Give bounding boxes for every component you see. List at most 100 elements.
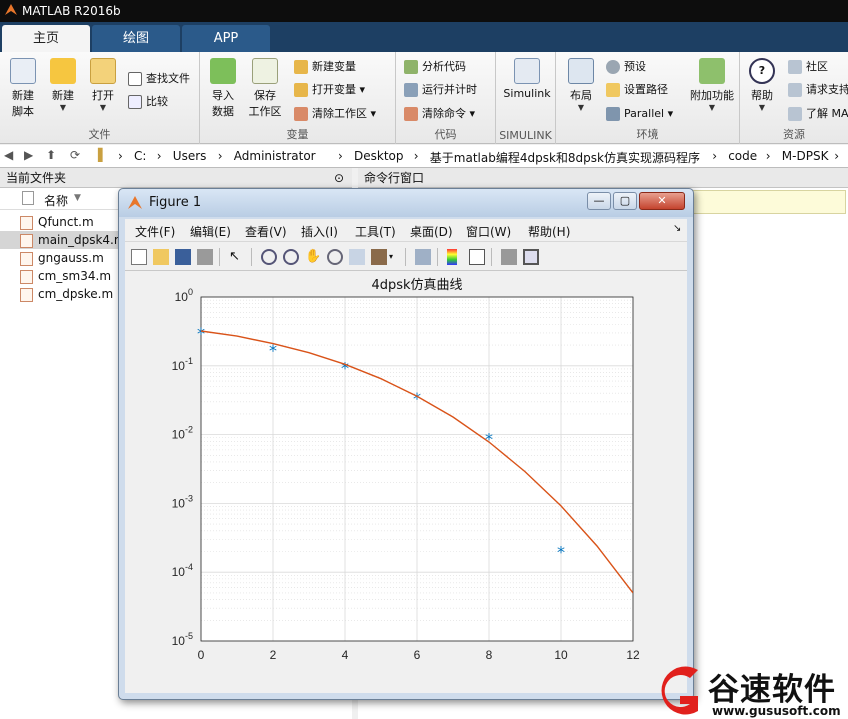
legend-icon[interactable] xyxy=(469,249,485,265)
preferences-button[interactable]: 预设 xyxy=(606,58,646,76)
name-column-header[interactable]: 名称 xyxy=(44,192,68,209)
chevron-down-icon[interactable]: ▾ xyxy=(389,249,397,265)
breadcrumb-item[interactable]: Users xyxy=(173,149,207,163)
brush-icon[interactable] xyxy=(371,249,387,265)
breadcrumb-item[interactable]: code xyxy=(728,149,757,163)
menu-desktop[interactable]: 桌面(D) xyxy=(410,223,453,240)
breadcrumb-item[interactable]: 基于matlab编程4dpsk和8dpsk仿真实现源码程序 xyxy=(430,149,700,166)
breadcrumb-separator[interactable]: › xyxy=(766,149,771,163)
analyze-code-button[interactable]: 分析代码 xyxy=(404,58,466,76)
data-cursor-icon[interactable] xyxy=(349,249,365,265)
open-button[interactable]: 打开 ▼ xyxy=(80,58,126,112)
y-tick-base: 10 xyxy=(172,634,186,648)
maximize-button[interactable]: ▢ xyxy=(613,192,637,210)
import-data-button[interactable]: 导入 数据 xyxy=(200,58,246,119)
menu-view[interactable]: 查看(V) xyxy=(245,223,287,240)
y-tick-label: 10-2 xyxy=(172,425,193,442)
menu-file[interactable]: 文件(F) xyxy=(135,223,175,240)
help-icon: ? xyxy=(749,58,775,84)
breadcrumb-separator[interactable]: › xyxy=(834,149,839,163)
breadcrumb-item[interactable]: M-DPSK xyxy=(782,149,829,163)
watermark: 谷速软件 www.gususoft.com xyxy=(650,662,848,719)
browse-folder-icon[interactable]: ⟳ xyxy=(70,148,80,162)
tab-home[interactable]: 主页 xyxy=(2,25,90,52)
file-item[interactable]: gngauss.m xyxy=(20,249,130,267)
minimize-button[interactable]: — xyxy=(587,192,611,210)
plot-axes[interactable]: 0 2 4 6 8 10 1210010-110-210-310-410-54dpsk仿真曲… xyxy=(125,271,687,693)
breadcrumb-separator[interactable]: › xyxy=(118,149,123,163)
forward-arrow-icon[interactable]: ▶ xyxy=(24,148,33,162)
breadcrumb-item[interactable]: Administrator xyxy=(234,149,316,163)
matlab-logo-icon xyxy=(128,196,142,209)
request-support-button[interactable]: 请求支持 xyxy=(788,81,848,99)
tab-plots[interactable]: 绘图 xyxy=(92,25,180,52)
open-file-icon[interactable] xyxy=(153,249,169,265)
ribbon-section-file: 新建 脚本 新建 ▼ 打开 ▼ 查找文件 比较 文件 xyxy=(0,52,200,144)
m-file-icon xyxy=(20,215,33,230)
find-files-button[interactable]: 查找文件 xyxy=(128,70,190,88)
run-and-time-button[interactable]: 运行并计时 xyxy=(404,81,477,99)
compare-button[interactable]: 比较 xyxy=(128,93,168,111)
parallel-button[interactable]: Parallel ▾ xyxy=(606,105,673,123)
menu-tools[interactable]: 工具(T) xyxy=(355,223,396,240)
m-file-icon xyxy=(20,287,33,302)
breadcrumb-separator[interactable]: › xyxy=(414,149,419,163)
print-icon[interactable] xyxy=(197,249,213,265)
parallel-icon xyxy=(606,107,620,121)
back-arrow-icon[interactable]: ◀ xyxy=(4,148,13,162)
y-tick-label: 10-1 xyxy=(172,356,193,373)
breadcrumb-item[interactable]: C: xyxy=(134,149,146,163)
link-plot-icon[interactable] xyxy=(415,249,431,265)
open-variable-button[interactable]: 打开变量 ▾ xyxy=(294,81,365,99)
figure-title-bar: Figure 1 — ▢ ✕ xyxy=(119,189,693,217)
show-tools-icon[interactable] xyxy=(523,249,539,265)
x-tick-label: 4 xyxy=(342,648,349,662)
breadcrumb-separator[interactable]: › xyxy=(338,149,343,163)
file-item[interactable]: Qfunct.m xyxy=(20,213,130,231)
file-item[interactable]: cm_sm34.m xyxy=(20,267,130,285)
panel-menu-icon[interactable]: ⊙ xyxy=(334,168,344,188)
menu-insert[interactable]: 插入(I) xyxy=(301,223,338,240)
set-path-button[interactable]: 设置路径 xyxy=(606,81,668,99)
rotate-3d-icon[interactable] xyxy=(327,249,343,265)
up-folder-icon[interactable]: ⬆ xyxy=(46,148,56,162)
tab-apps[interactable]: APP xyxy=(182,25,270,52)
hide-tools-icon[interactable] xyxy=(501,249,517,265)
data-point-marker: * xyxy=(485,429,493,448)
new-variable-button[interactable]: 新建变量 xyxy=(294,58,356,76)
help-button[interactable]: ? 帮助 ▼ xyxy=(742,58,782,112)
close-button[interactable]: ✕ xyxy=(639,192,685,210)
breadcrumb-separator[interactable]: › xyxy=(157,149,162,163)
learn-matlab-button[interactable]: 了解 MA xyxy=(788,105,848,123)
new-figure-icon[interactable] xyxy=(131,249,147,265)
y-tick-base: 10 xyxy=(172,565,186,579)
add-ons-button[interactable]: 附加功能 ▼ xyxy=(686,58,738,112)
menu-help[interactable]: 帮助(H) xyxy=(528,223,570,240)
clear-workspace-button[interactable]: 清除工作区 ▾ xyxy=(294,105,376,123)
zoom-out-icon[interactable] xyxy=(283,249,299,265)
m-file-icon xyxy=(20,233,33,248)
save-workspace-button[interactable]: 保存 工作区 xyxy=(242,58,288,119)
breadcrumb-separator[interactable]: › xyxy=(712,149,717,163)
file-item[interactable]: cm_dpske.m xyxy=(20,285,130,303)
dock-arrow-icon[interactable]: ↘ xyxy=(673,223,681,234)
find-files-icon xyxy=(128,72,142,86)
menu-window[interactable]: 窗口(W) xyxy=(466,223,511,240)
zoom-in-icon[interactable] xyxy=(261,249,277,265)
clear-commands-button[interactable]: 清除命令 ▾ xyxy=(404,105,475,123)
simulink-button[interactable]: Simulink xyxy=(502,58,552,100)
ribbon: 新建 脚本 新建 ▼ 打开 ▼ 查找文件 比较 文件 导入 数据 保存 工作区 新建变量 … xyxy=(0,52,848,144)
menu-edit[interactable]: 编辑(E) xyxy=(190,223,231,240)
community-button[interactable]: 社区 xyxy=(788,58,828,76)
pointer-icon[interactable]: ↖ xyxy=(229,249,245,265)
breadcrumb-separator[interactable]: › xyxy=(218,149,223,163)
pan-hand-icon[interactable]: ✋ xyxy=(305,249,321,265)
breadcrumb-item[interactable]: Desktop xyxy=(354,149,404,163)
file-item-selected[interactable]: main_dpsk4.m xyxy=(0,231,130,249)
save-icon[interactable] xyxy=(175,249,191,265)
cubes-icon xyxy=(699,58,725,84)
figure-toolbar: ↖ ✋ ▾ xyxy=(125,241,687,271)
ribbon-section-simulink: Simulink SIMULINK xyxy=(496,52,556,144)
colorbar-icon[interactable] xyxy=(447,249,457,265)
layout-button[interactable]: 布局 ▼ xyxy=(558,58,604,112)
